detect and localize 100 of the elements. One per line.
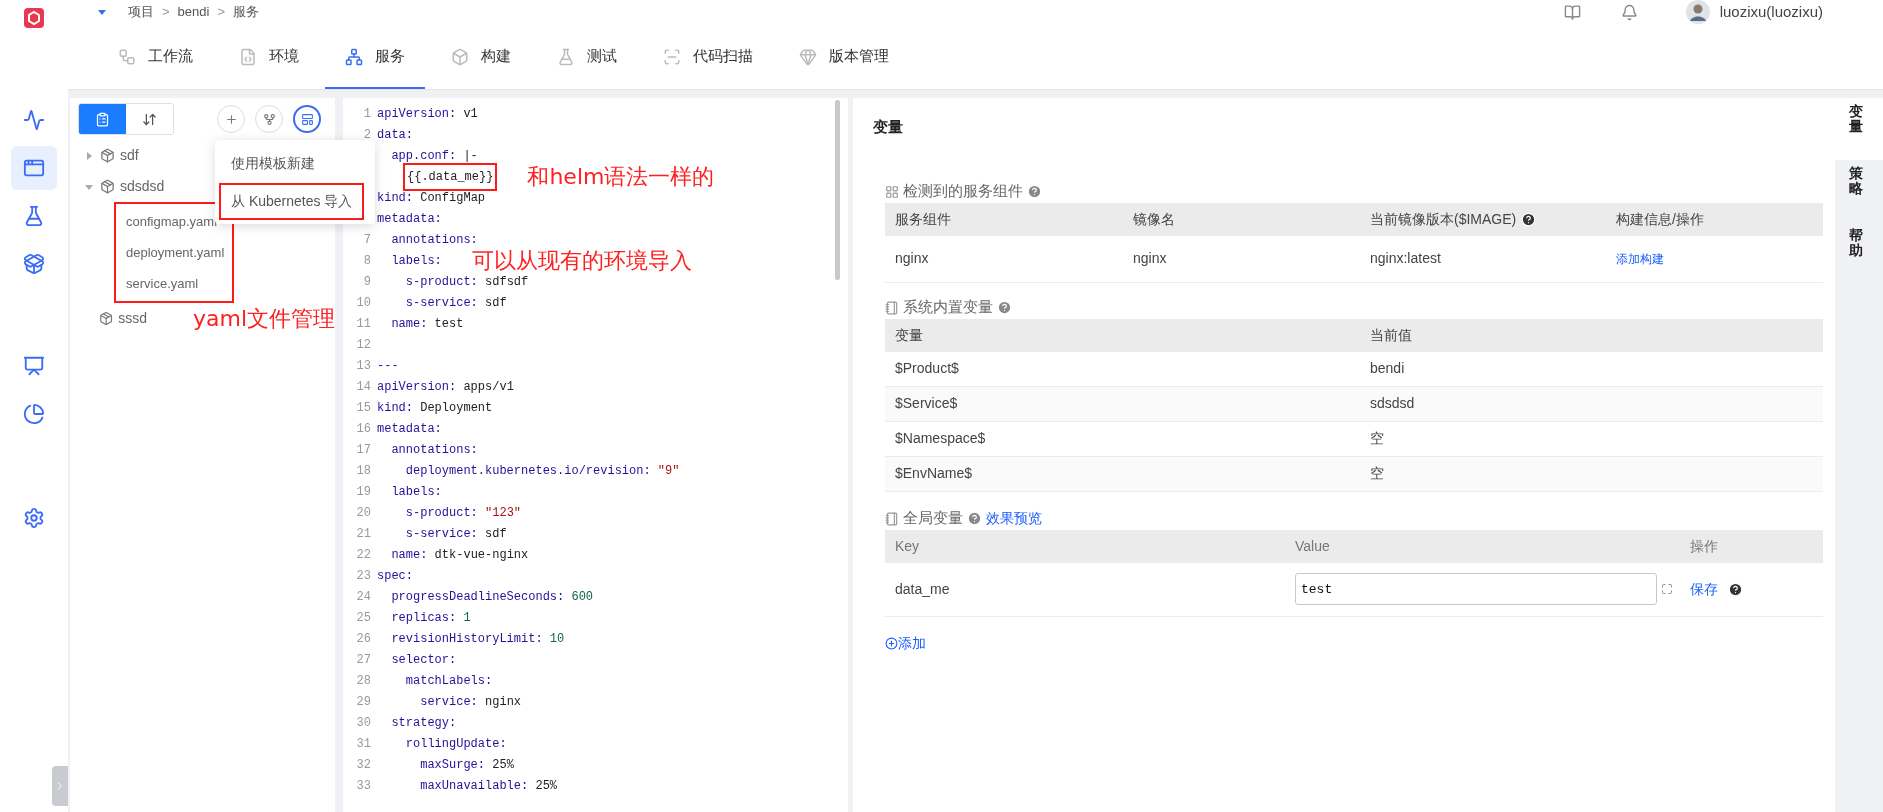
file-item[interactable]: configmap.yaml (126, 211, 218, 232)
line-number: 16 (356, 421, 371, 436)
line-number: 26 (356, 631, 371, 646)
nav-button[interactable] (11, 146, 57, 190)
plus-icon (224, 112, 238, 126)
column-header: Key (895, 537, 920, 554)
column-header: 服务组件 (895, 209, 951, 229)
code-text: s-service: sdf (404, 525, 507, 543)
sort-icon (142, 111, 157, 127)
line-number: 14 (356, 379, 371, 394)
bell-icon[interactable] (1620, 3, 1638, 21)
code-text: apiVersion: v1 (377, 105, 478, 123)
nav-tab[interactable]: 环境 (219, 24, 319, 89)
side-tab[interactable]: 帮助 (1835, 222, 1883, 284)
code-text: matchLabels: (404, 672, 493, 690)
file-item[interactable]: deployment.yaml (126, 242, 225, 263)
package-icon (23, 253, 45, 275)
nav-tab[interactable]: 服务 (325, 24, 425, 89)
code-text: metadata: (377, 210, 442, 228)
line-number: 18 (356, 463, 371, 478)
caret-icon[interactable] (98, 9, 106, 15)
column-header: 镜像名 (1133, 209, 1175, 229)
expand-icon[interactable] (1661, 583, 1673, 595)
code-text: metadata: (377, 420, 442, 438)
code-text: s-service: sdf (404, 294, 507, 312)
table-cell: $Service$ (895, 395, 958, 411)
code-text: apiVersion: apps/v1 (377, 378, 514, 396)
preview-link[interactable]: 效果预览 (986, 508, 1042, 529)
table-cell: nginx:latest (1370, 250, 1441, 266)
workflow-icon (118, 47, 136, 66)
scrollbar[interactable] (835, 100, 840, 280)
nav-tab[interactable]: 工作流 (98, 24, 213, 89)
user-name[interactable]: luozixu(luozixu) (1719, 0, 1823, 24)
column-header: 操作 (1690, 537, 1718, 554)
annotation-note: 可以从现有的环境导入 (471, 249, 692, 272)
add-button[interactable]: 添加 (885, 632, 926, 654)
column-header: Value (1295, 537, 1330, 554)
nav-tab[interactable]: 版本管理 (779, 24, 909, 89)
line-number: 13 (356, 358, 371, 373)
side-tab[interactable]: 变量 (1835, 98, 1883, 160)
tree-item[interactable]: sssd (118, 308, 147, 329)
save-link[interactable]: 保存 (1690, 578, 1718, 600)
book-icon[interactable] (1563, 3, 1581, 21)
line-number: 24 (356, 589, 371, 604)
code-text: data: (377, 126, 413, 144)
logo-icon (24, 8, 44, 28)
help-icon (967, 511, 982, 526)
file-item[interactable]: service.yaml (126, 273, 199, 294)
line-number: 31 (356, 736, 371, 751)
side-tab[interactable]: 策略 (1835, 160, 1883, 222)
code-text: {{.data_me}} (403, 162, 498, 191)
nav-tab[interactable]: 测试 (537, 24, 637, 89)
table-cell: nginx (1133, 250, 1167, 266)
caret-icon[interactable] (84, 150, 94, 161)
table-cell: nginx (895, 250, 929, 266)
nav-tab[interactable]: 构建 (431, 24, 531, 89)
menu-item[interactable]: 从 Kubernetes 导入 (219, 182, 365, 220)
tree-item[interactable]: sdsdsd (120, 176, 165, 197)
grid-icon (885, 184, 899, 199)
annotation-note: yaml文件管理 (192, 307, 335, 330)
breadcrumb-item[interactable]: bendi (177, 2, 210, 22)
flask-icon (557, 47, 575, 66)
code-text: annotations: (390, 231, 478, 249)
action-button[interactable] (293, 105, 321, 133)
scan-icon (663, 47, 681, 66)
code-text: app.conf: |- (390, 147, 478, 165)
column-header: 当前镜像版本($IMAGE) (1370, 209, 1517, 229)
line-number: 29 (356, 694, 371, 709)
code-text: annotations: (390, 441, 478, 459)
code-text: maxSurge: 25% (419, 756, 514, 774)
gem-icon (799, 47, 817, 66)
presentation-icon (23, 355, 45, 377)
code-text: deployment.kubernetes.io/revision: "9" (404, 462, 680, 480)
table-cell: data_me (895, 580, 950, 597)
code-text: revisionHistoryLimit: 10 (390, 630, 565, 648)
code-text: kind: ConfigMap (377, 189, 486, 207)
code-text: service: nginx (419, 693, 522, 711)
annotation-note: 和helm语法一样的 (527, 165, 715, 188)
line-number: 9 (363, 274, 371, 289)
line-number: 19 (356, 484, 371, 499)
nav-tab[interactable]: 代码扫描 (643, 24, 773, 89)
avatar-icon[interactable] (1685, 0, 1710, 24)
value-input[interactable]: test (1295, 573, 1657, 605)
table-cell: bendi (1370, 360, 1405, 376)
flask-icon (23, 205, 45, 227)
code-text: kind: Deployment (377, 399, 493, 417)
breadcrumb-item[interactable]: 服务 (233, 2, 259, 22)
window-icon (23, 157, 45, 179)
view-toggle[interactable] (79, 104, 126, 134)
code-text: rollingUpdate: (404, 735, 507, 753)
line-number: 22 (356, 547, 371, 562)
breadcrumb-item[interactable]: 项目 (128, 2, 154, 22)
section-title: 全局变量 (903, 508, 963, 529)
help-icon (1521, 211, 1537, 227)
code-file-icon (239, 47, 257, 66)
tree-item[interactable]: sdf (120, 145, 139, 166)
add-build-link[interactable]: 添加构建 (1616, 252, 1664, 266)
column-header: 构建信息/操作 (1616, 209, 1704, 229)
menu-item[interactable]: 使用模板新建 (219, 144, 327, 182)
code-text: replicas: 1 (390, 609, 471, 627)
